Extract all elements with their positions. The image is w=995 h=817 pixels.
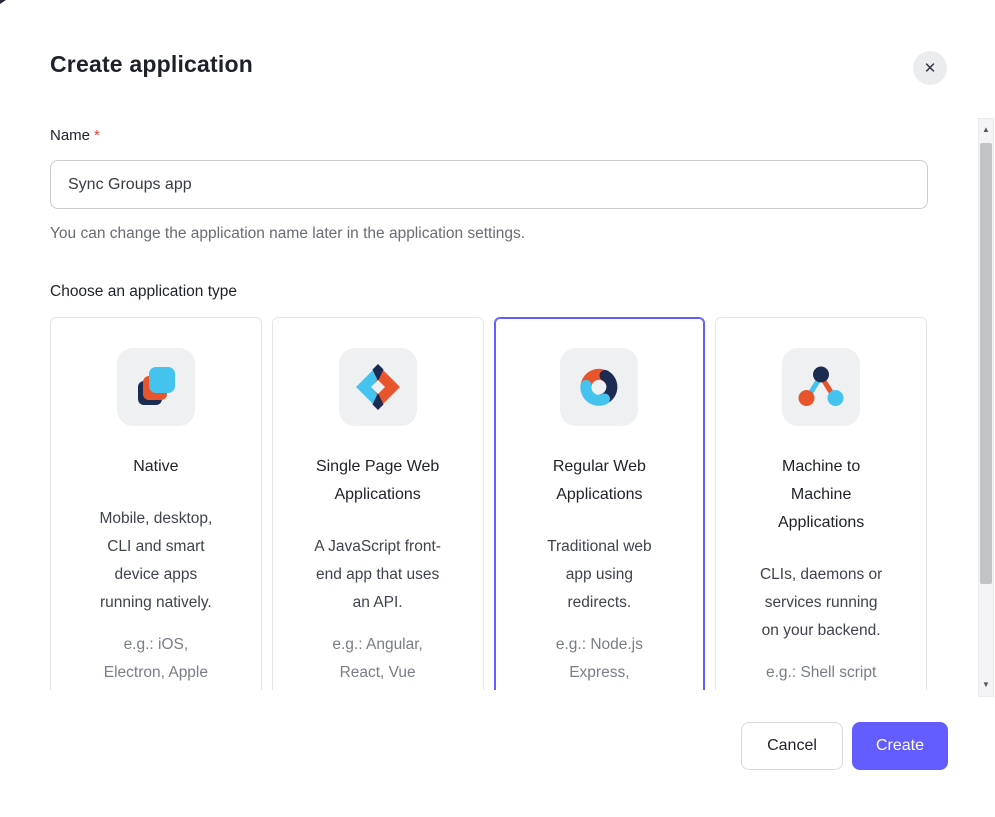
modal-scroll-area: Name* You can change the application nam… [0,110,978,690]
scrollbar[interactable]: ▲ ▼ [978,118,994,697]
create-application-modal: Create application ✕ Name* You can chang… [0,0,995,817]
app-type-description: A JavaScript front-end app that uses an … [313,533,443,617]
app-type-examples: e.g.: Node.js Express, ASP.NET, Java [535,631,665,690]
app-type-examples: e.g.: Angular, React, Vue [313,631,443,687]
app-type-card-native[interactable]: Native Mobile, desktop, CLI and smart de… [50,317,262,690]
application-name-input[interactable] [50,160,928,209]
close-button[interactable]: ✕ [913,51,947,85]
app-type-examples: e.g.: iOS, Electron, Apple TV... [91,631,221,690]
app-type-title: Machine to Machine Applications [752,453,890,537]
scrollbar-thumb[interactable] [980,143,992,584]
name-helper-text: You can change the application name late… [50,225,525,243]
native-stacked-squares-icon [117,348,195,426]
required-asterisk: * [94,127,100,144]
scrollbar-down-icon[interactable]: ▼ [979,678,993,692]
app-type-description: CLIs, daemons or services running on you… [756,561,886,645]
app-type-description: Traditional web app using redirects. [535,533,665,617]
application-type-cards: Native Mobile, desktop, CLI and smart de… [50,317,927,690]
regular-web-donut-icon [560,348,638,426]
scrollbar-up-icon[interactable]: ▲ [979,123,993,137]
create-button[interactable]: Create [852,722,948,770]
app-type-card-spa[interactable]: Single Page Web Applications A JavaScrip… [272,317,484,690]
spa-diamonds-icon [339,348,417,426]
app-type-description: Mobile, desktop, CLI and smart device ap… [91,505,221,617]
app-type-title: Single Page Web Applications [309,453,447,509]
app-type-title: Regular Web Applications [531,453,669,509]
m2m-molecule-icon [782,348,860,426]
application-type-label: Choose an application type [50,283,237,301]
app-type-examples: e.g.: Shell script [756,659,886,687]
app-type-title: Native [87,453,225,481]
app-type-card-regular-web[interactable]: Regular Web Applications Traditional web… [494,317,706,690]
name-label: Name* [50,127,100,144]
close-icon: ✕ [924,59,937,77]
screen-corner-artifact [0,0,6,4]
app-type-card-machine-to-machine[interactable]: Machine to Machine Applications CLIs, da… [715,317,927,690]
page-title: Create application [50,51,253,78]
cancel-button[interactable]: Cancel [741,722,843,770]
